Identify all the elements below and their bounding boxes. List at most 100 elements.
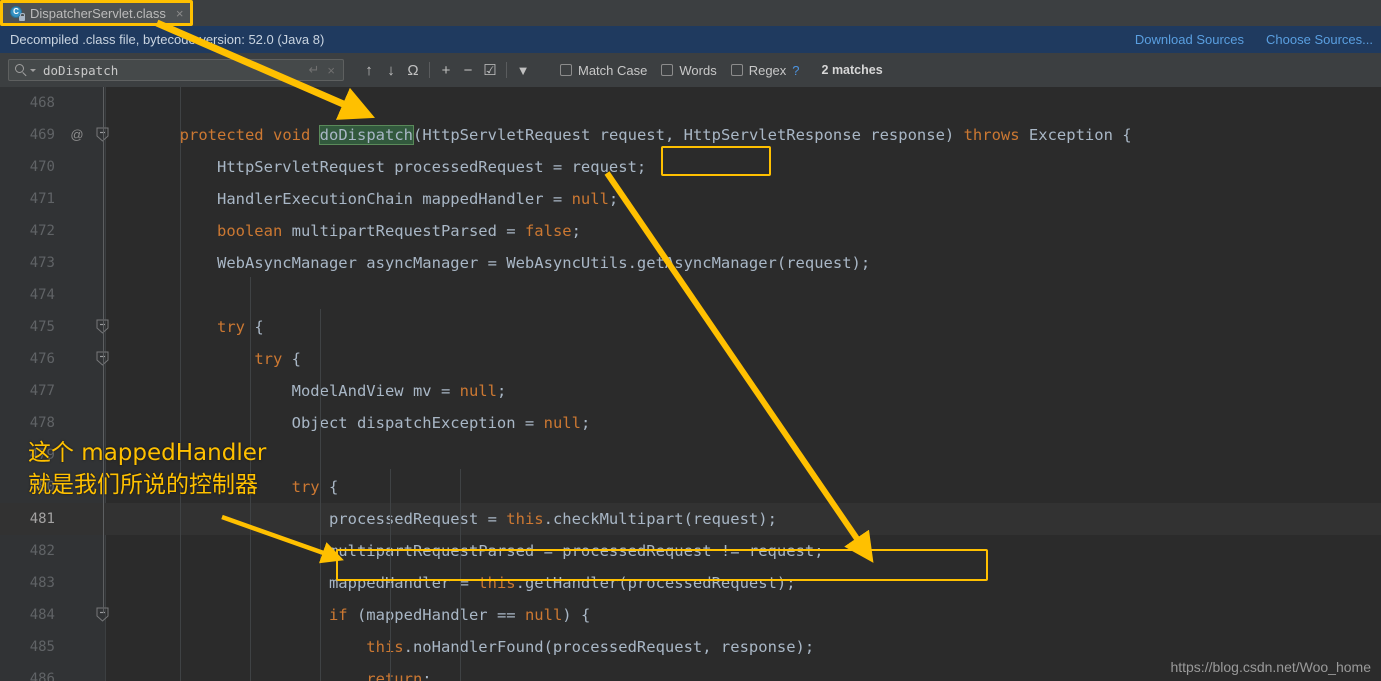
code-line[interactable]: if (mappedHandler == null) { xyxy=(105,599,1381,631)
code-line[interactable]: try { xyxy=(105,311,1381,343)
code-token: if xyxy=(328,606,348,624)
line-number: 476 xyxy=(29,351,55,367)
download-sources-link[interactable]: Download Sources xyxy=(1135,32,1244,47)
code-token: false xyxy=(524,222,572,240)
code-line[interactable]: processedRequest = this.checkMultipart(r… xyxy=(105,503,1381,535)
code-token: (mappedHandler == xyxy=(347,606,525,624)
chevron-down-icon[interactable] xyxy=(30,68,36,72)
code-token: multipartRequestParsed = xyxy=(282,222,525,240)
code-token: ; xyxy=(496,382,507,400)
code-line[interactable]: WebAsyncManager asyncManager = WebAsyncU… xyxy=(105,247,1381,279)
regex-label: Regex xyxy=(748,62,787,78)
code-token: { xyxy=(282,350,301,368)
find-next-button[interactable]: ↓ xyxy=(380,58,402,82)
indent-guide xyxy=(320,309,321,681)
editor-tab-bar: C DispatcherServlet.class × xyxy=(0,0,1381,27)
match-case-checkbox[interactable]: Match Case xyxy=(560,63,647,78)
code-token: ; xyxy=(571,222,581,240)
regex-checkbox[interactable]: Regex xyxy=(730,62,787,78)
line-number: 485 xyxy=(29,639,55,655)
toolbar-divider-1 xyxy=(429,62,430,78)
multiline-toggle-icon[interactable]: ↵ xyxy=(309,62,320,78)
filter-options-button[interactable]: ▼ xyxy=(512,58,534,82)
code-line[interactable] xyxy=(105,87,1381,119)
match-case-label: Match Case xyxy=(578,62,648,78)
line-number: 477 xyxy=(29,383,55,399)
code-line[interactable]: Object dispatchException = null; xyxy=(105,407,1381,439)
code-line[interactable]: try { xyxy=(105,471,1381,503)
code-token: return xyxy=(366,670,423,681)
select-all-occurrences-button[interactable]: Ω xyxy=(402,58,424,82)
line-number: 475 xyxy=(29,319,55,335)
tab-dispatcherservlet-class[interactable]: C DispatcherServlet.class × xyxy=(2,1,192,25)
code-line[interactable]: HandlerExecutionChain mappedHandler = nu… xyxy=(105,183,1381,215)
words-checkbox[interactable]: Words xyxy=(661,63,717,78)
code-line[interactable]: boolean multipartRequestParsed = false; xyxy=(105,215,1381,247)
code-token: Exception { xyxy=(1019,126,1132,144)
line-number: 470 xyxy=(29,159,55,175)
line-number: 483 xyxy=(29,575,55,591)
remove-line-from-selection-button[interactable]: − xyxy=(457,58,479,82)
search-match-highlight: doDispatch xyxy=(318,125,415,145)
code-token: ; xyxy=(608,190,619,208)
code-token: ; xyxy=(580,414,591,432)
clear-search-icon[interactable]: × xyxy=(327,63,335,78)
code-token: null xyxy=(543,414,581,432)
chinese-note-line-2: 就是我们所说的控制器 xyxy=(28,472,258,498)
line-number: 471 xyxy=(29,191,55,207)
find-previous-button[interactable]: ↑ xyxy=(358,58,380,82)
line-number: 468 xyxy=(29,95,55,111)
line-number: 472 xyxy=(29,223,55,239)
code-editor[interactable]: 468 469 @470 471 472 473 474 475 476 477 478 479 480… xyxy=(0,87,1381,681)
checkbox-box xyxy=(730,64,743,76)
toggle-selection-button[interactable]: ☑ xyxy=(479,58,501,82)
line-number: 481 xyxy=(29,511,55,527)
request-highlight-box xyxy=(661,146,771,176)
code-line[interactable] xyxy=(105,279,1381,311)
indent-guide xyxy=(180,87,181,681)
override-marker-icon[interactable]: @ xyxy=(68,119,86,151)
code-token: null xyxy=(524,606,563,624)
code-token: processedRequest = xyxy=(105,510,507,528)
code-token: this xyxy=(506,510,544,528)
editor-gutter[interactable]: 468 469 @470 471 472 473 474 475 476 477 478 479 480… xyxy=(0,87,106,681)
code-line[interactable]: ModelAndView mv = null; xyxy=(105,375,1381,407)
lock-icon xyxy=(19,13,25,21)
line-number: 482 xyxy=(29,543,55,559)
line-number: 473 xyxy=(29,255,55,271)
code-line[interactable] xyxy=(105,439,1381,471)
code-token: Object dispatchException = xyxy=(105,414,544,432)
find-toolbar: ↵ × ↑ ↓ Ω + − ☑ ▼ Match Case Words Regex… xyxy=(0,53,1381,88)
line-number: 486 xyxy=(29,671,55,681)
code-token: null xyxy=(571,190,609,208)
line-number: 484 xyxy=(29,607,55,623)
search-input[interactable] xyxy=(43,62,309,78)
code-token: throws xyxy=(963,126,1020,144)
watermark-url: https://blog.csdn.net/Woo_home xyxy=(1170,659,1371,675)
code-token: .noHandlerFound(processedRequest, respon… xyxy=(403,638,815,656)
close-icon[interactable]: × xyxy=(176,6,184,21)
mapped-handler-highlight-box xyxy=(336,549,988,581)
code-token: (HttpServletRequest request, HttpServlet… xyxy=(413,126,964,144)
match-count-label: 2 matches xyxy=(821,63,883,77)
code-token: void xyxy=(273,126,311,144)
choose-sources-link[interactable]: Choose Sources... xyxy=(1266,32,1373,47)
code-token: WebAsyncManager asyncManager = WebAsyncU… xyxy=(105,254,871,272)
code-token: this xyxy=(366,638,404,656)
code-line[interactable]: try { xyxy=(105,343,1381,375)
add-line-to-selection-button[interactable]: + xyxy=(435,58,457,82)
code-token: try xyxy=(216,318,245,336)
code-token: ; xyxy=(422,670,432,681)
code-token: .checkMultipart(request); xyxy=(543,510,777,528)
code-token: boolean xyxy=(216,222,283,240)
chinese-note-line-1: 这个 mappedHandler xyxy=(28,440,267,466)
search-field[interactable]: ↵ × xyxy=(8,59,344,81)
toolbar-divider-2 xyxy=(506,62,507,78)
regex-help-icon[interactable]: ? xyxy=(792,63,799,78)
